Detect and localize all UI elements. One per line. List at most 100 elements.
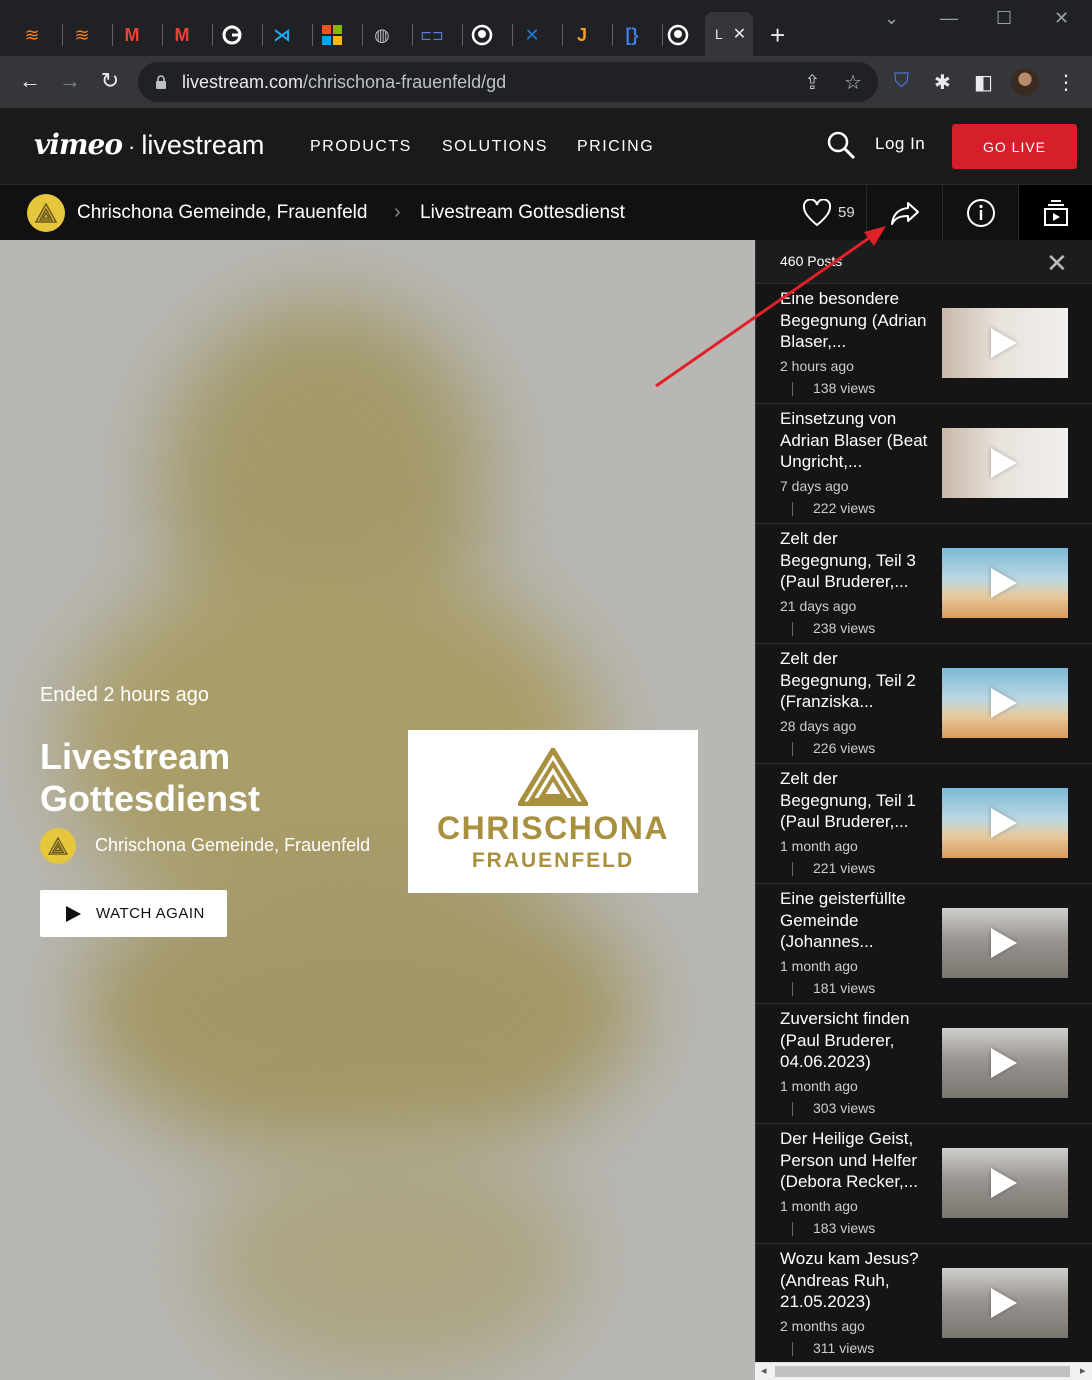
site-header: vimeo · livestream PRODUCTS SOLUTIONS PRIC… <box>0 108 1092 184</box>
profile-avatar[interactable] <box>1011 68 1039 96</box>
tab-gmail-2-icon[interactable]: M <box>162 20 202 50</box>
login-link[interactable]: Log In <box>875 134 925 154</box>
tab-app-icon[interactable]: ✕ <box>512 20 552 50</box>
address-bar[interactable]: livestream.com/chrischona-frauenfeld/gd … <box>138 62 878 102</box>
post-thumbnail[interactable] <box>942 548 1068 618</box>
post-thumbnail[interactable] <box>942 308 1068 378</box>
post-item[interactable]: Zelt der Begegnung, Teil 3 (Paul Brudere… <box>756 524 1092 644</box>
post-title[interactable]: Einsetzung von Adrian Blaser (Beat Ungri… <box>780 408 930 473</box>
extensions-puzzle-icon[interactable]: ✱ <box>934 70 951 95</box>
post-views: 226 views <box>813 740 876 756</box>
post-thumbnail[interactable] <box>942 1028 1068 1098</box>
owner-avatar[interactable] <box>40 828 76 864</box>
tab-brackets-icon[interactable]: [} <box>612 20 652 50</box>
scroll-left-icon[interactable]: ◂ <box>761 1364 767 1377</box>
extension-shield-icon[interactable]: ⛉ <box>894 70 909 93</box>
nav-products[interactable]: PRODUCTS <box>310 138 412 156</box>
post-item[interactable]: Eine besondere Begegnung (Adrian Blaser,… <box>756 284 1092 404</box>
post-separator <box>792 742 793 756</box>
info-button[interactable] <box>942 185 1018 241</box>
vimeo-livestream-logo[interactable]: vimeo · livestream <box>34 128 264 161</box>
post-title[interactable]: Zuversicht finden (Paul Bruderer, 04.06.… <box>780 1008 930 1073</box>
post-item[interactable]: Der Heilige Geist, Person und Helfer (De… <box>756 1124 1092 1244</box>
horizontal-scrollbar[interactable]: ◂ ▸ <box>755 1362 1092 1380</box>
nav-pricing[interactable]: PRICING <box>577 138 654 156</box>
tab-vscode-icon[interactable]: ⋊ <box>262 20 302 50</box>
tab-stackoverflow-2-icon[interactable]: ≋ <box>62 20 102 50</box>
post-thumbnail[interactable] <box>942 908 1068 978</box>
play-overlay-icon <box>991 808 1017 838</box>
minimize-icon[interactable]: — <box>940 8 958 29</box>
post-item[interactable]: Einsetzung von Adrian Blaser (Beat Ungri… <box>756 404 1092 524</box>
channel-bar: Chrischona Gemeinde, Frauenfeld › Livest… <box>0 184 1092 241</box>
post-title[interactable]: Eine besondere Begegnung (Adrian Blaser,… <box>780 288 930 353</box>
tab-active[interactable]: L ✕ <box>705 12 753 56</box>
post-thumbnail[interactable] <box>942 428 1068 498</box>
logo-vimeo: vimeo <box>34 128 123 161</box>
post-views: 221 views <box>813 860 876 876</box>
chrischona-logo-icon <box>518 748 588 806</box>
tab-globe-icon[interactable]: ◍ <box>362 20 402 50</box>
menu-kebab-icon[interactable]: ⋮ <box>1056 70 1076 95</box>
owner-name[interactable]: Chrischona Gemeinde, Frauenfeld <box>95 835 370 856</box>
post-title[interactable]: Zelt der Begegnung, Teil 1 (Paul Brudere… <box>780 768 930 833</box>
watch-again-button[interactable]: WATCH AGAIN <box>40 890 227 937</box>
back-icon[interactable]: ← <box>16 68 44 94</box>
forward-icon[interactable]: → <box>56 68 84 94</box>
tab-github-icon[interactable] <box>462 20 502 50</box>
tab-search-icon[interactable]: ⌄ <box>884 8 899 29</box>
post-thumbnail[interactable] <box>942 1268 1068 1338</box>
heart-icon[interactable] <box>802 199 832 227</box>
post-separator <box>792 862 793 876</box>
post-thumbnail[interactable] <box>942 1148 1068 1218</box>
search-icon[interactable] <box>826 130 856 160</box>
post-views: 181 views <box>813 980 876 996</box>
post-thumbnail[interactable] <box>942 668 1068 738</box>
tab-jira-icon[interactable]: J <box>562 20 602 50</box>
close-window-icon[interactable]: ✕ <box>1054 8 1069 29</box>
post-item[interactable]: Zelt der Begegnung, Teil 1 (Paul Brudere… <box>756 764 1092 884</box>
breadcrumb-chevron-icon: › <box>394 201 401 223</box>
tab-site-icon[interactable]: ⊏⊐ <box>412 20 452 50</box>
post-views: 311 views <box>813 1340 875 1356</box>
tab-gmail-icon[interactable]: M <box>112 20 152 50</box>
microsoft-icon <box>322 25 342 45</box>
go-live-button[interactable]: GO LIVE <box>952 124 1077 169</box>
post-title[interactable]: Zelt der Begegnung, Teil 3 (Paul Brudere… <box>780 528 930 593</box>
maximize-icon[interactable]: ☐ <box>996 8 1012 29</box>
playlist-button[interactable] <box>1018 185 1092 241</box>
close-sidebar-icon[interactable]: ✕ <box>1046 248 1068 279</box>
post-title[interactable]: Eine geisterfüllte Gemeinde (Johannes... <box>780 888 930 953</box>
nav-solutions[interactable]: SOLUTIONS <box>442 138 548 156</box>
post-item[interactable]: Eine geisterfüllte Gemeinde (Johannes...… <box>756 884 1092 1004</box>
post-time: 1 month ago <box>780 958 858 974</box>
close-tab-icon[interactable]: ✕ <box>733 24 746 44</box>
channel-avatar[interactable] <box>27 194 65 232</box>
new-tab-icon[interactable]: + <box>770 20 785 51</box>
post-title[interactable]: Wozu kam Jesus? (Andreas Ruh, 21.05.2023… <box>780 1248 930 1313</box>
stream-title: Livestream Gottesdienst <box>40 736 261 819</box>
bookmark-star-icon[interactable]: ☆ <box>844 70 862 95</box>
tab-github-2-icon[interactable] <box>658 20 698 50</box>
reload-icon[interactable]: ↻ <box>96 68 124 94</box>
tab-google-icon[interactable] <box>212 20 252 50</box>
post-item[interactable]: Zuversicht finden (Paul Bruderer, 04.06.… <box>756 1004 1092 1124</box>
post-item[interactable]: Zelt der Begegnung, Teil 2 (Franziska...… <box>756 644 1092 764</box>
breadcrumb-owner[interactable]: Chrischona Gemeinde, Frauenfeld <box>77 202 367 224</box>
scroll-right-icon[interactable]: ▸ <box>1080 1364 1086 1377</box>
side-panel-icon[interactable]: ◧ <box>974 70 993 95</box>
breadcrumb-event[interactable]: Livestream Gottesdienst <box>420 202 625 224</box>
share-page-icon[interactable]: ⇪ <box>804 70 821 95</box>
tab-microsoft-icon[interactable] <box>312 20 352 50</box>
post-title[interactable]: Der Heilige Geist, Person und Helfer (De… <box>780 1128 930 1193</box>
tab-stackoverflow-icon[interactable]: ≋ <box>12 20 52 50</box>
video-player[interactable]: Ended 2 hours ago Livestream Gottesdiens… <box>0 240 755 1380</box>
post-title[interactable]: Zelt der Begegnung, Teil 2 (Franziska... <box>780 648 930 713</box>
post-item[interactable]: Wozu kam Jesus? (Andreas Ruh, 21.05.2023… <box>756 1244 1092 1364</box>
post-time: 21 days ago <box>780 598 857 614</box>
scrollbar-thumb[interactable] <box>775 1366 1070 1377</box>
url-text: livestream.com/chrischona-frauenfeld/gd <box>182 72 506 93</box>
post-time: 28 days ago <box>780 718 857 734</box>
share-button[interactable] <box>866 185 942 241</box>
post-thumbnail[interactable] <box>942 788 1068 858</box>
